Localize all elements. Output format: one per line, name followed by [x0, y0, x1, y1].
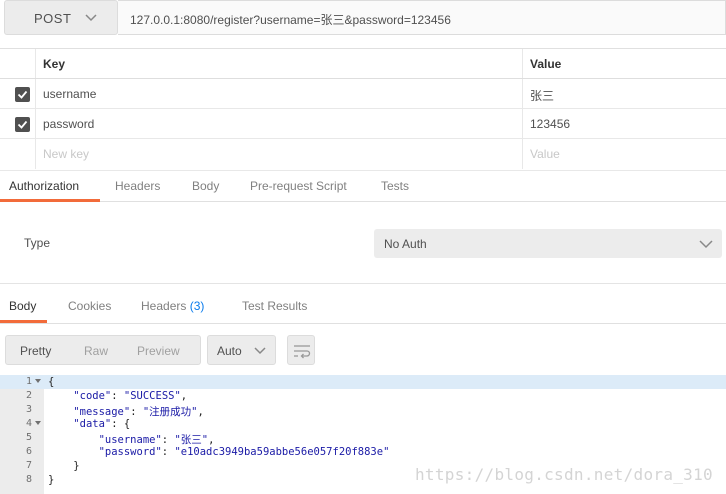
param-row-new: New key Value: [0, 139, 726, 169]
tab-authorization[interactable]: Authorization: [9, 179, 79, 193]
view-mode-group: Pretty Raw Preview: [5, 335, 201, 365]
tab-response-body[interactable]: Body: [9, 299, 36, 313]
tab-headers[interactable]: Headers: [115, 179, 160, 193]
pretty-button[interactable]: Pretty: [20, 344, 51, 358]
raw-button[interactable]: Raw: [84, 344, 108, 358]
wrap-lines-button[interactable]: [287, 335, 315, 365]
check-icon: [17, 120, 28, 129]
method-select[interactable]: POST: [4, 0, 118, 35]
tab-pre-request-script[interactable]: Pre-request Script: [250, 179, 347, 193]
chevron-down-icon: [699, 240, 713, 249]
code-line: 4 "data": {: [0, 417, 726, 431]
response-headers-label: Headers: [141, 299, 187, 313]
tab-response-headers[interactable]: Headers (3): [141, 299, 204, 313]
watermark: https://blog.csdn.net/dora_310: [415, 465, 713, 484]
line-number: 4: [25, 418, 32, 429]
preview-button[interactable]: Preview: [137, 344, 180, 358]
param-key-cell[interactable]: username: [36, 79, 523, 108]
code-line: 5 "username": "张三",: [0, 431, 726, 446]
line-number: 1: [25, 376, 32, 387]
line-number: 7: [25, 460, 32, 471]
new-value-placeholder: Value: [530, 147, 560, 161]
fold-arrow-icon[interactable]: [35, 379, 41, 383]
code-line: 6 "password": "e10adc3949ba59abbe56e057f…: [0, 445, 726, 459]
key-column-header: Key: [43, 57, 66, 71]
method-label: POST: [34, 11, 72, 26]
param-value: 张三: [530, 89, 555, 103]
params-table: Key Value username 张三 password 123456 Ne…: [0, 48, 726, 170]
code-line: 1 {: [0, 375, 726, 389]
tab-body[interactable]: Body: [192, 179, 219, 193]
param-value-cell[interactable]: 张三: [523, 79, 726, 108]
request-tabs: Authorization Headers Body Pre-request S…: [0, 170, 726, 202]
line-number: 6: [25, 446, 32, 457]
tab-cookies[interactable]: Cookies: [68, 299, 111, 313]
new-key-input[interactable]: New key: [36, 139, 523, 169]
line-number: 3: [25, 404, 32, 415]
wrap-icon: [294, 345, 311, 359]
fold-arrow-icon[interactable]: [35, 421, 41, 425]
param-value-cell[interactable]: 123456: [523, 109, 726, 138]
param-key: username: [43, 87, 97, 101]
format-value: Auto: [217, 344, 242, 358]
param-key-cell[interactable]: password: [36, 109, 523, 138]
format-select[interactable]: Auto: [207, 335, 276, 365]
tab-tests[interactable]: Tests: [381, 179, 409, 193]
chevron-down-icon: [254, 347, 266, 355]
active-tab-indicator: [0, 199, 100, 202]
code-line: 3 "message": "注册成功",: [0, 403, 726, 418]
line-number: 8: [25, 474, 32, 485]
line-number: 2: [25, 390, 32, 401]
tab-test-results[interactable]: Test Results: [242, 299, 307, 313]
line-number: 5: [25, 432, 32, 443]
param-checkbox[interactable]: [15, 87, 30, 102]
chevron-down-icon: [85, 14, 97, 22]
new-value-input[interactable]: Value: [523, 139, 726, 169]
auth-type-value: No Auth: [384, 237, 427, 251]
code-line: 2 "code": "SUCCESS",: [0, 389, 726, 403]
response-tabs: Body Cookies Headers (3) Test Results: [0, 284, 726, 324]
active-tab-indicator: [0, 320, 47, 323]
param-checkbox[interactable]: [15, 117, 30, 132]
params-header-row: Key Value: [0, 48, 726, 79]
param-key: password: [43, 117, 95, 131]
check-icon: [17, 90, 28, 99]
auth-type-select[interactable]: No Auth: [374, 229, 722, 258]
url-text: 127.0.0.1:8080/register?username=张三&pass…: [130, 13, 451, 27]
param-row: password 123456: [0, 109, 726, 139]
new-key-placeholder: New key: [43, 147, 90, 161]
param-row: username 张三: [0, 79, 726, 109]
url-input[interactable]: 127.0.0.1:8080/register?username=张三&pass…: [118, 0, 726, 35]
value-column-header: Value: [530, 57, 562, 71]
auth-type-label: Type: [24, 236, 51, 250]
param-value: 123456: [530, 117, 571, 131]
request-url-bar: POST 127.0.0.1:8080/register?username=张三…: [0, 0, 726, 36]
headers-count-badge: (3): [189, 299, 205, 313]
